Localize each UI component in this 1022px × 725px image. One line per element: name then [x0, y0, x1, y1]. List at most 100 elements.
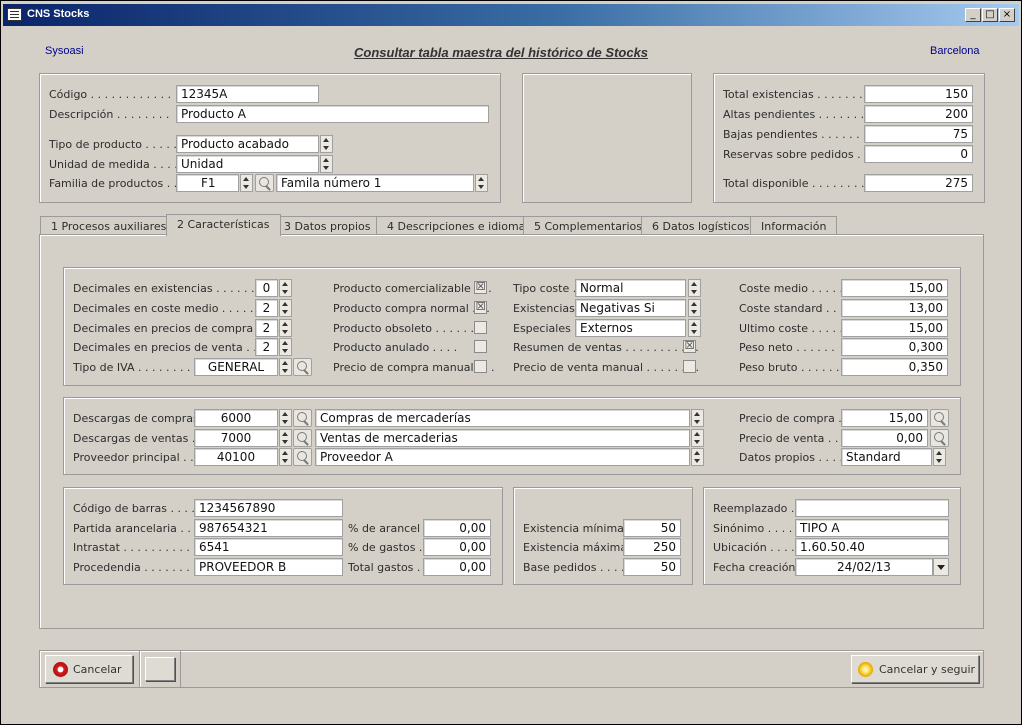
- blank-button[interactable]: [145, 657, 175, 681]
- bajas-pendientes-field: 75: [864, 125, 973, 143]
- peso-bruto-field[interactable]: 0,350: [841, 358, 948, 376]
- proveedor-spinner-icon[interactable]: [279, 448, 292, 466]
- application-window: CNS Stocks _ □ × Sysoasi Consultar tabla…: [0, 0, 1022, 725]
- existencias-spinner-icon[interactable]: [688, 299, 701, 317]
- existencias-field[interactable]: Negativas Si: [575, 299, 686, 317]
- tipo-coste-field[interactable]: Normal: [575, 279, 686, 297]
- tab-complementarios[interactable]: 5 Complementarios: [523, 216, 653, 235]
- fecha-creacion-label: Fecha creación .: [713, 561, 803, 574]
- familia-label: Familia de productos . . .: [49, 177, 185, 190]
- precio-venta-field[interactable]: 0,00: [841, 429, 928, 447]
- close-button[interactable]: ×: [999, 8, 1015, 22]
- dec-precios-venta-field[interactable]: 2: [255, 338, 278, 356]
- cancelar-y-seguir-button[interactable]: Cancelar y seguir: [851, 655, 979, 683]
- dec-precios-venta-label: Decimales en precios de venta . . . . .: [73, 341, 278, 354]
- tipo-producto-field[interactable]: Producto acabado: [176, 135, 319, 153]
- especiales-spinner-icon[interactable]: [688, 319, 701, 337]
- cancel-icon: [53, 662, 68, 677]
- familia-name-field[interactable]: Famila número 1: [276, 174, 474, 192]
- descargas-compras-name-spinner-icon[interactable]: [691, 409, 704, 427]
- tab-datos-propios[interactable]: 3 Datos propios: [273, 216, 382, 235]
- dec-coste-medio-field[interactable]: 2: [255, 299, 278, 317]
- tipo-iva-field[interactable]: GENERAL: [194, 358, 278, 376]
- tab-descripciones-idiomas[interactable]: 4 Descripciones e idiomas: [376, 216, 543, 235]
- gastos-field[interactable]: 0,00: [423, 538, 491, 556]
- precio-compra-field[interactable]: 15,00: [841, 409, 928, 427]
- familia-code-field[interactable]: F1: [176, 174, 239, 192]
- datos-propios-spinner-icon[interactable]: [933, 448, 946, 466]
- minimize-button[interactable]: _: [965, 8, 981, 22]
- existencia-maxima-field[interactable]: 250: [623, 538, 681, 556]
- continue-icon: [858, 662, 873, 677]
- coste-medio-field[interactable]: 15,00: [841, 279, 948, 297]
- tab-procesos-auxiliares[interactable]: 1 Procesos auxiliares: [40, 216, 178, 235]
- descargas-compras-name-field[interactable]: Compras de mercaderías: [315, 409, 690, 427]
- unidad-medida-spinner-icon[interactable]: [320, 155, 333, 173]
- arancel-field[interactable]: 0,00: [423, 519, 491, 537]
- sinonimo-field[interactable]: TIPO A: [795, 519, 949, 537]
- precio-compra-search-icon[interactable]: [930, 409, 949, 427]
- unidad-medida-field[interactable]: Unidad: [176, 155, 319, 173]
- descargas-ventas-search-icon[interactable]: [293, 429, 312, 447]
- especiales-field[interactable]: Externos: [575, 319, 686, 337]
- maximize-button[interactable]: □: [982, 8, 998, 22]
- tipo-iva-spinner-icon[interactable]: [279, 358, 292, 376]
- total-disponible-field: 275: [864, 174, 973, 192]
- precio-venta-manual-label: Precio de venta manual . . . . . . . .: [513, 361, 700, 374]
- fecha-dropdown-icon[interactable]: [933, 558, 949, 576]
- descargas-ventas-name-field[interactable]: Ventas de mercaderias: [315, 429, 690, 447]
- base-pedidos-field[interactable]: 50: [623, 558, 681, 576]
- procedencia-field[interactable]: PROVEEDOR B: [194, 558, 343, 576]
- dec-precios-venta-spinner-icon[interactable]: [279, 338, 292, 356]
- descargas-ventas-code-field[interactable]: 7000: [194, 429, 278, 447]
- descargas-compras-search-icon[interactable]: [293, 409, 312, 427]
- tab-datos-logisticos[interactable]: 6 Datos logísticos: [641, 216, 761, 235]
- fecha-creacion-field[interactable]: 24/02/13: [795, 558, 933, 576]
- proveedor-name-field[interactable]: Proveedor A: [315, 448, 690, 466]
- familia-spinner-icon[interactable]: [240, 174, 253, 192]
- comercializable-checkbox[interactable]: ☒: [474, 281, 487, 294]
- codigo-barras-field[interactable]: 1234567890: [194, 499, 343, 517]
- descargas-compras-spinner-icon[interactable]: [279, 409, 292, 427]
- proveedor-code-field[interactable]: 40100: [194, 448, 278, 466]
- existencia-minima-field[interactable]: 50: [623, 519, 681, 537]
- partida-arancelaria-field[interactable]: 987654321: [194, 519, 343, 537]
- descripcion-field[interactable]: Producto A: [176, 105, 489, 123]
- datos-propios-field[interactable]: Standard: [841, 448, 932, 466]
- codigo-field[interactable]: 12345A: [176, 85, 319, 103]
- familia-name-spinner-icon[interactable]: [475, 174, 488, 192]
- tab-informacion[interactable]: Información: [750, 216, 838, 235]
- resumen-ventas-checkbox[interactable]: ☒: [683, 340, 696, 353]
- precio-compra-manual-checkbox[interactable]: [474, 360, 487, 373]
- proveedor-name-spinner-icon[interactable]: [691, 448, 704, 466]
- precio-venta-manual-checkbox[interactable]: [683, 360, 696, 373]
- dec-precios-compra-field[interactable]: 2: [255, 319, 278, 337]
- precio-venta-search-icon[interactable]: [930, 429, 949, 447]
- descargas-compras-label: Descargas de compras . .: [73, 412, 213, 425]
- descargas-ventas-spinner-icon[interactable]: [279, 429, 292, 447]
- reservas-label: Reservas sobre pedidos . . .: [723, 148, 875, 161]
- reemplazado-field[interactable]: [795, 499, 949, 517]
- tipo-producto-spinner-icon[interactable]: [320, 135, 333, 153]
- dec-coste-medio-spinner-icon[interactable]: [279, 299, 292, 317]
- descargas-ventas-name-spinner-icon[interactable]: [691, 429, 704, 447]
- tipo-iva-search-icon[interactable]: [293, 358, 312, 376]
- intrastat-field[interactable]: 6541: [194, 538, 343, 556]
- dec-existencias-field[interactable]: 0: [255, 279, 278, 297]
- coste-standard-field[interactable]: 13,00: [841, 299, 948, 317]
- dec-existencias-spinner-icon[interactable]: [279, 279, 292, 297]
- tipo-coste-spinner-icon[interactable]: [688, 279, 701, 297]
- obsoleto-checkbox[interactable]: [474, 321, 487, 334]
- tab-caracteristicas[interactable]: 2 Características: [166, 214, 281, 236]
- peso-neto-field[interactable]: 0,300: [841, 338, 948, 356]
- descargas-compras-code-field[interactable]: 6000: [194, 409, 278, 427]
- ultimo-coste-field[interactable]: 15,00: [841, 319, 948, 337]
- familia-search-icon[interactable]: [255, 174, 274, 192]
- compra-normal-checkbox[interactable]: ☒: [474, 301, 487, 314]
- ubicacion-field[interactable]: 1.60.50.40: [795, 538, 949, 556]
- cancelar-button[interactable]: Cancelar: [45, 655, 133, 683]
- anulado-checkbox[interactable]: [474, 340, 487, 353]
- dec-precios-compra-spinner-icon[interactable]: [279, 319, 292, 337]
- product-image-frame: [522, 73, 692, 203]
- proveedor-search-icon[interactable]: [293, 448, 312, 466]
